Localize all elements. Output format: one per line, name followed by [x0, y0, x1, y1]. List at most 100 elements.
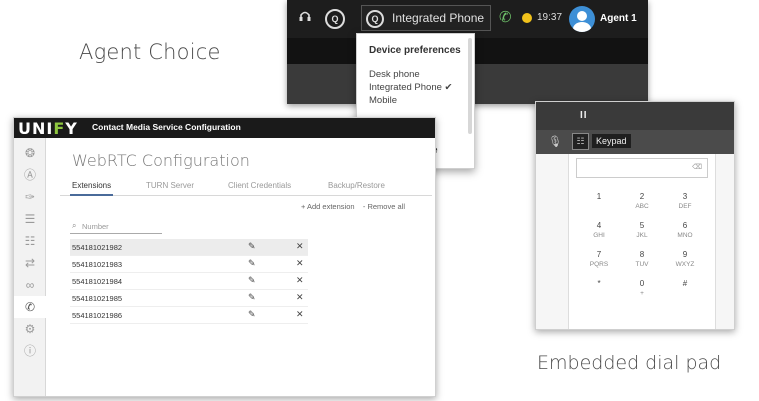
transfer-icon[interactable]: ⇄ [14, 252, 46, 274]
call-toolbar: 🎙 ☷ Keypad [536, 130, 734, 154]
embedded-dial-pad-caption: Embedded dial pad [537, 352, 722, 374]
extension-number: 554181021983 [72, 260, 123, 269]
dial-key-9[interactable]: 9 WXYZ [665, 250, 705, 276]
dial-key-digit: 7 [596, 250, 602, 259]
dial-key-digit: 6 [682, 221, 688, 230]
config-tabs: Extensions TURN Server Client Credential… [60, 176, 432, 196]
dial-key-letters: MNO [677, 232, 693, 239]
dial-key-7[interactable]: 7 PQRS [579, 250, 619, 276]
dial-key-6[interactable]: 6 MNO [665, 221, 705, 247]
dial-key-digit: 9 [682, 250, 688, 259]
table-row[interactable]: 554181021985 ✎ ✕ [70, 290, 308, 307]
config-header-title: Contact Media Service Configuration [92, 122, 241, 132]
dial-key-digit: # [682, 279, 688, 288]
dial-key-digit: 1 [596, 192, 602, 201]
agent-avatar[interactable] [569, 6, 595, 32]
pause-icon[interactable]: II [580, 110, 588, 121]
number-search-input[interactable]: ⌕ Number [70, 219, 162, 234]
status-indicator-icon[interactable] [522, 13, 532, 23]
dropdown-scrollbar[interactable] [468, 38, 472, 134]
table-row[interactable]: 554181021986 ✎ ✕ [70, 307, 308, 324]
agent-name[interactable]: Agent 1 [600, 13, 637, 24]
flow-icon[interactable]: ☰ [14, 208, 46, 230]
dial-key-star[interactable]: * [579, 279, 619, 305]
clock-time: 19:37 [537, 12, 563, 23]
delete-icon[interactable]: ✕ [296, 309, 304, 320]
remove-all-link[interactable]: - Remove all [363, 202, 405, 211]
tab-extensions[interactable]: Extensions [69, 181, 114, 196]
webrtc-config-window: UNIFY Contact Media Service Configuratio… [13, 117, 436, 397]
feather-icon[interactable]: ❂ [14, 142, 46, 164]
link-icon[interactable]: ∞ [14, 274, 46, 296]
call-control-bar: II [536, 102, 734, 130]
dial-key-digit: 0 [639, 279, 645, 288]
delete-icon[interactable]: ✕ [296, 258, 304, 269]
dial-key-letters: WXYZ [675, 261, 695, 268]
search-icon: ⌕ [72, 221, 77, 230]
tab-backup-restore[interactable]: Backup/Restore [328, 181, 385, 190]
headset-icon[interactable] [297, 9, 313, 29]
dial-key-digit: 4 [596, 221, 602, 230]
dial-key-letters: + [640, 290, 644, 297]
dial-key-letters: GHI [593, 232, 605, 239]
tab-client-credentials[interactable]: Client Credentials [228, 181, 291, 190]
ringing-circle-icon[interactable]: Q [325, 9, 345, 29]
table-row[interactable]: 554181021982 ✎ ✕ [70, 239, 308, 256]
list-icon[interactable]: ☷ [14, 230, 46, 252]
device-option-integrated-phone[interactable]: Integrated Phone ✔ [369, 82, 453, 93]
page-title: WebRTC Configuration [72, 151, 250, 170]
dial-key-1[interactable]: 1 [579, 192, 619, 218]
dial-key-digit: 8 [639, 250, 645, 259]
keypad-icon[interactable]: ☷ [572, 133, 589, 150]
dial-key-letters: ABC [635, 203, 649, 210]
phone-icon[interactable]: ✆ [499, 8, 512, 26]
edit-icon[interactable]: ✎ [248, 292, 256, 303]
dial-key-digit: 3 [682, 192, 688, 201]
dial-number-input[interactable]: ⌫ [576, 158, 708, 178]
dial-key-hash[interactable]: # [665, 279, 705, 305]
route-icon[interactable]: ✑ [14, 186, 46, 208]
edit-icon[interactable]: ✎ [248, 241, 256, 252]
device-selector-button[interactable]: Q Integrated Phone [361, 5, 491, 31]
dial-key-3[interactable]: 3 DEF [665, 192, 705, 218]
edit-icon[interactable]: ✎ [248, 258, 256, 269]
extension-number: 554181021982 [72, 243, 123, 252]
backspace-icon[interactable]: ⌫ [692, 163, 702, 171]
dial-key-letters: TUV [635, 261, 649, 268]
dial-key-8[interactable]: 8 TUV [622, 250, 662, 276]
dial-key-5[interactable]: 5 JKL [622, 221, 662, 247]
tab-turn-server[interactable]: TURN Server [146, 181, 194, 190]
dial-key-4[interactable]: 4 GHI [579, 221, 619, 247]
dial-key-0[interactable]: 0 + [622, 279, 662, 305]
dial-key-letters: DEF [678, 203, 692, 210]
device-option-mobile[interactable]: Mobile [369, 95, 397, 106]
extension-number: 554181021984 [72, 277, 123, 286]
gear-icon[interactable]: ⚙ [14, 318, 46, 340]
table-row[interactable]: 554181021983 ✎ ✕ [70, 256, 308, 273]
delete-icon[interactable]: ✕ [296, 292, 304, 303]
edit-icon[interactable]: ✎ [248, 275, 256, 286]
table-row[interactable]: 554181021984 ✎ ✕ [70, 273, 308, 290]
webrtc-icon[interactable]: ✆ [14, 296, 46, 318]
embedded-dial-pad: II 🎙 ☷ Keypad ⌫ 1 2 ABC 3 DEF 4 GHI 5 JKL 6 M… [535, 101, 735, 330]
config-header-bar: UNIFY Contact Media Service Configuratio… [14, 118, 435, 138]
integrated-phone-icon: Q [366, 10, 384, 28]
add-extension-link[interactable]: + Add extension [301, 202, 355, 211]
extension-number: 554181021985 [72, 294, 123, 303]
delete-icon[interactable]: ✕ [296, 241, 304, 252]
device-option-desk-phone[interactable]: Desk phone [369, 69, 420, 80]
microphone-icon[interactable]: 🎙 [548, 135, 562, 148]
search-placeholder: Number [82, 222, 109, 231]
info-icon[interactable]: ⓘ [14, 340, 46, 362]
dial-key-2[interactable]: 2 ABC [622, 192, 662, 218]
agent-choice-caption: Agent Choice [79, 40, 221, 64]
config-sidebar: ❂ Ⓐ ✑ ☰ ☷ ⇄ ∞ ✆ ⚙ ⓘ [14, 138, 46, 396]
device-preferences-title: Device preferences [369, 45, 461, 56]
dial-key-digit: 2 [639, 192, 645, 201]
dial-key-digit: * [597, 279, 601, 288]
edit-icon[interactable]: ✎ [248, 309, 256, 320]
circle-a-icon[interactable]: Ⓐ [14, 164, 46, 186]
delete-icon[interactable]: ✕ [296, 275, 304, 286]
extension-actions: + Add extension - Remove all [301, 202, 405, 211]
dial-key-letters: JKL [636, 232, 648, 239]
